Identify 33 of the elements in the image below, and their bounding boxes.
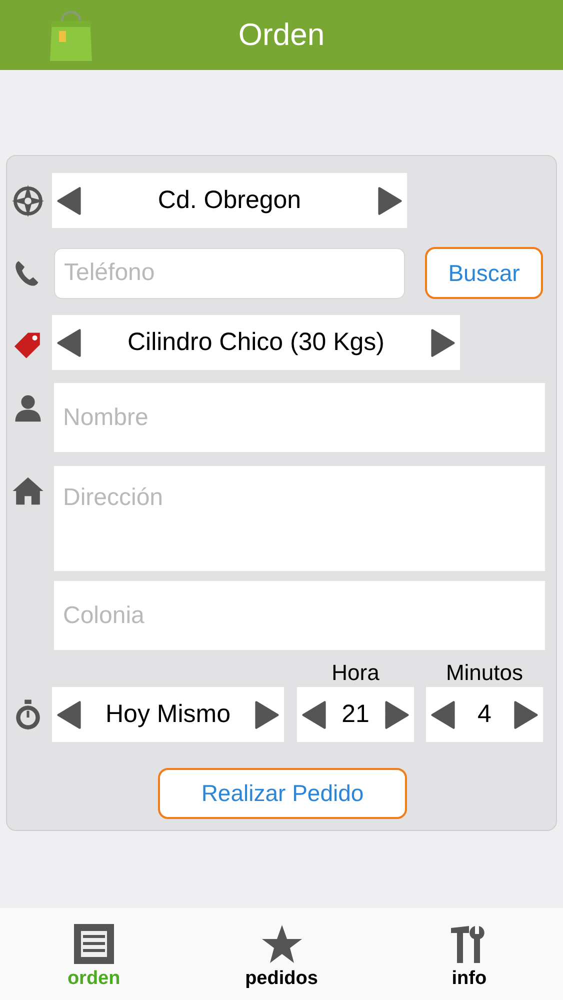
next-arrow-icon[interactable] (254, 700, 280, 730)
previous-arrow-icon[interactable] (301, 700, 327, 730)
picker-value: 4 (478, 700, 492, 729)
hour-label: Hora (332, 660, 380, 686)
previous-arrow-icon[interactable] (430, 700, 456, 730)
city-picker[interactable]: Cd. Obregon (52, 173, 407, 228)
name-field[interactable]: Nombre (54, 383, 545, 452)
minute-picker[interactable]: 4 (426, 687, 543, 742)
next-arrow-icon[interactable] (384, 700, 410, 730)
picker-value: Hoy Mismo (105, 700, 230, 729)
next-arrow-icon[interactable] (430, 328, 456, 358)
product-picker[interactable]: Cilindro Chico (30 Kgs) (52, 315, 460, 370)
address-field[interactable]: Dirección (54, 466, 545, 571)
next-arrow-icon[interactable] (513, 700, 539, 730)
screen-title: Orden (238, 17, 325, 53)
place-order-button[interactable]: Realizar Pedido (158, 768, 407, 819)
list-icon (72, 922, 116, 966)
day-picker[interactable]: Hoy Mismo (52, 687, 284, 742)
previous-arrow-icon[interactable] (56, 700, 82, 730)
compass-icon (11, 184, 45, 218)
previous-arrow-icon[interactable] (56, 186, 82, 216)
search-button[interactable]: Buscar (425, 247, 543, 299)
picker-value: Cd. Obregon (158, 186, 302, 215)
tab[interactable]: pedidos (188, 908, 376, 1000)
picker-value: Cilindro Chico (30 Kgs) (127, 328, 385, 357)
next-arrow-icon[interactable] (376, 186, 403, 216)
colonia-field[interactable]: Colonia (54, 581, 545, 650)
picker-value: 21 (342, 700, 370, 729)
hour-picker[interactable]: 21 (297, 687, 414, 742)
previous-arrow-icon[interactable] (56, 328, 82, 358)
minutes-label: Minutos (446, 660, 524, 686)
phone-field[interactable]: Teléfono (54, 248, 405, 298)
tab[interactable]: info (375, 908, 563, 1000)
